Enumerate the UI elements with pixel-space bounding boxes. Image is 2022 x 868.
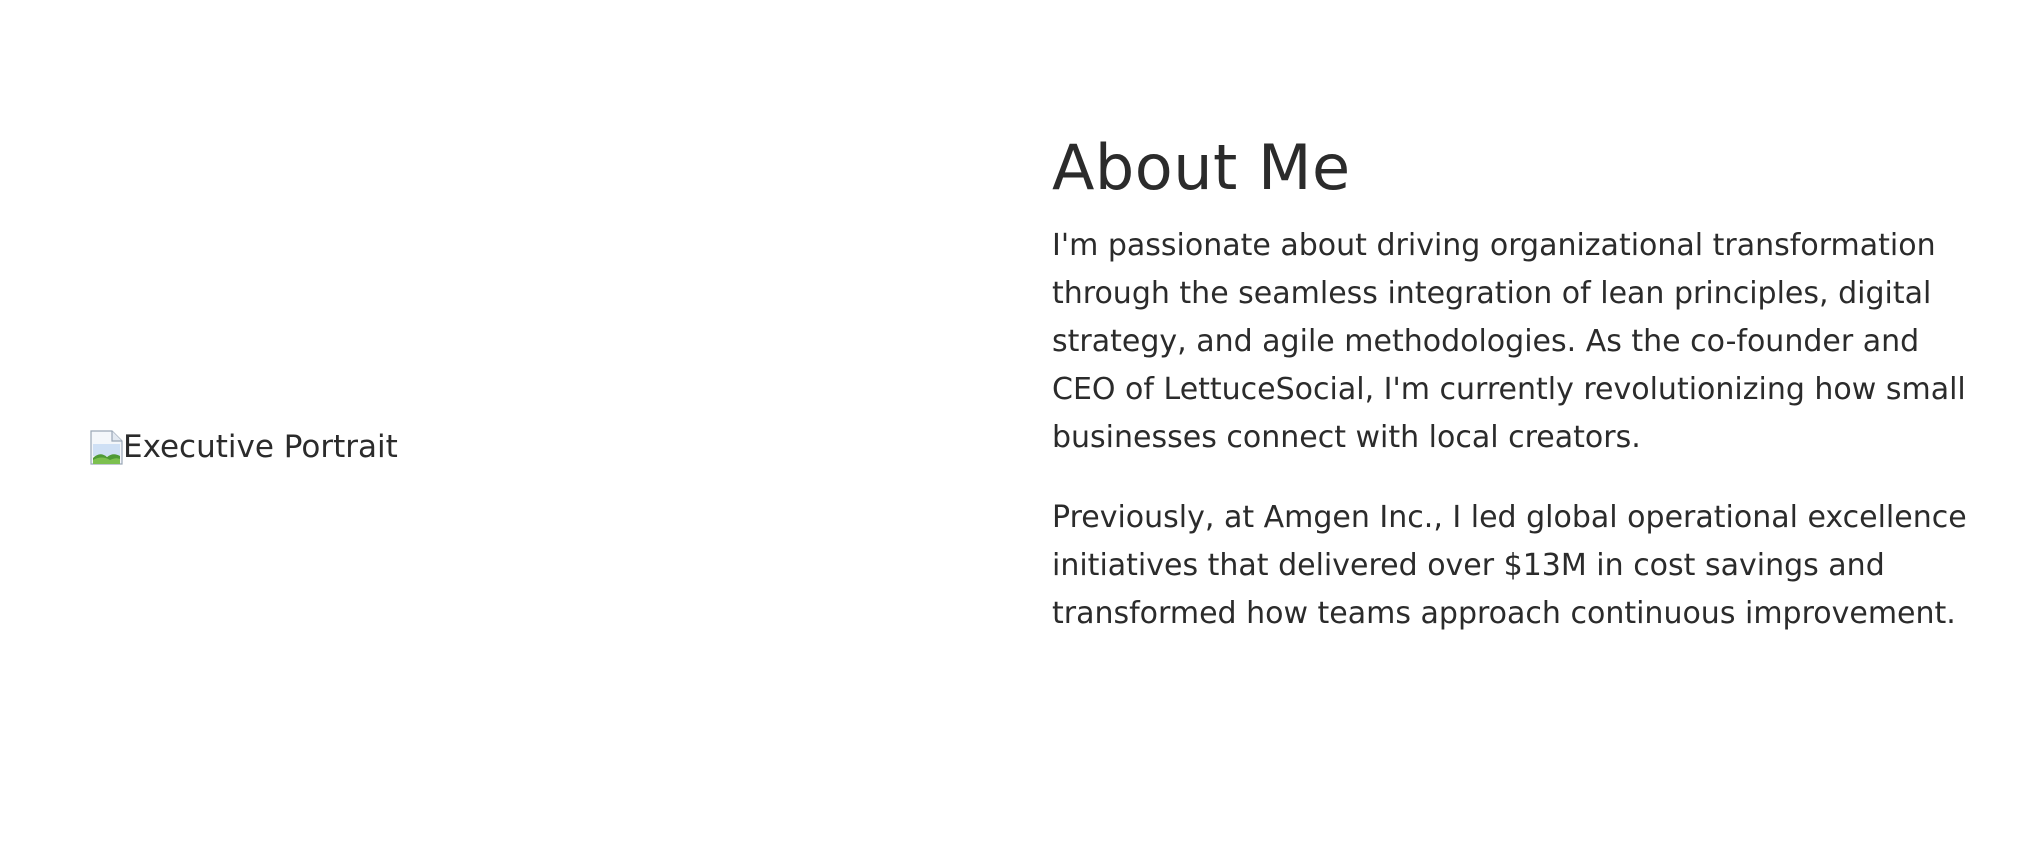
executive-portrait: Executive Portrait bbox=[90, 425, 398, 469]
about-section: Executive Portrait About Me I'm passiona… bbox=[0, 0, 2022, 868]
portrait-alt-text: Executive Portrait bbox=[123, 429, 398, 465]
about-paragraph-2: Previously, at Amgen Inc., I led global … bbox=[1052, 500, 1967, 631]
about-title: About Me bbox=[1052, 131, 1351, 204]
about-content: About Me I'm passionate about driving or… bbox=[1052, 128, 1972, 638]
broken-image-icon bbox=[90, 429, 123, 465]
about-paragraph-1: I'm passionate about driving organizatio… bbox=[1052, 228, 1966, 455]
